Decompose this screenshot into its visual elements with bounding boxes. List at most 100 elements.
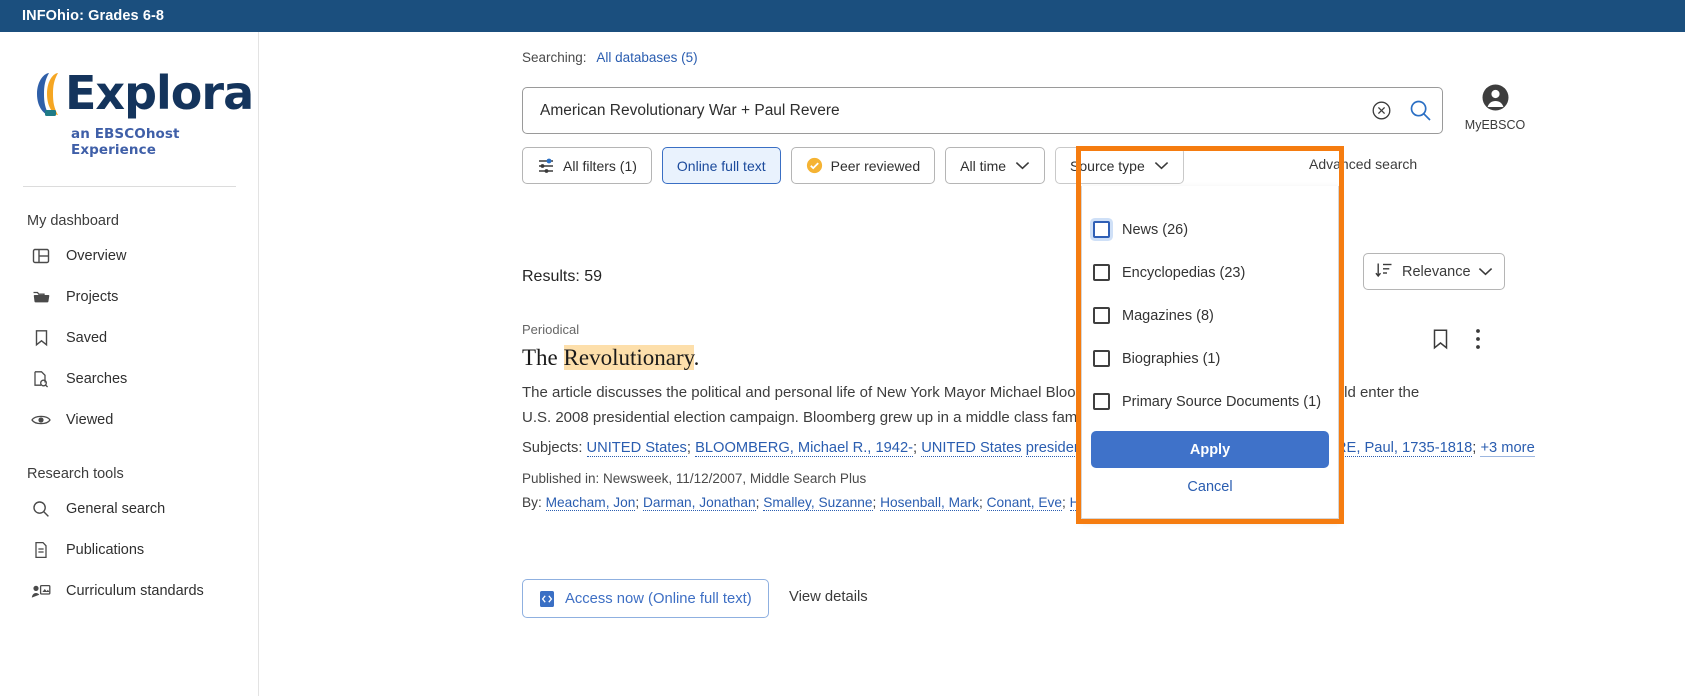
peer-reviewed-icon: [806, 157, 823, 174]
sidebar-item-label: Viewed: [66, 411, 114, 428]
search-bar[interactable]: [522, 87, 1443, 134]
online-full-text-chip[interactable]: Online full text: [661, 147, 781, 184]
source-type-option-encyclopedias[interactable]: Encyclopedias (23): [1082, 251, 1338, 294]
peer-reviewed-label: Peer reviewed: [830, 157, 921, 174]
document-icon: [30, 540, 52, 560]
sidebar-item-label: Saved: [66, 329, 108, 346]
source-type-option-label: Encyclopedias (23): [1122, 264, 1246, 281]
save-bookmark-icon[interactable]: [1431, 328, 1450, 355]
institution-title: INFOhio: Grades 6-8: [22, 8, 165, 24]
author-link[interactable]: Hosenball, Mark: [880, 495, 980, 511]
filter-icon: [537, 158, 555, 174]
folder-icon: [30, 287, 52, 307]
cancel-button[interactable]: Cancel: [1082, 478, 1338, 496]
result-title-highlight: Revolutionary: [563, 345, 694, 370]
sidebar-item-overview[interactable]: Overview: [0, 235, 258, 276]
source-type-option-magazines[interactable]: Magazines (8): [1082, 294, 1338, 337]
searching-scope: Searching: All databases (5): [522, 50, 698, 65]
search-submit-icon[interactable]: [1398, 99, 1442, 122]
bookmark-icon: [30, 328, 52, 348]
access-now-button[interactable]: Access now (Online full text): [522, 579, 769, 618]
source-type-option-primary-source-documents[interactable]: Primary Source Documents (1): [1082, 380, 1338, 423]
main-content: Searching: All databases (5) MyEBSCO: [259, 32, 1685, 696]
myebsco-button[interactable]: MyEBSCO: [1458, 84, 1532, 132]
source-type-option-label: Primary Source Documents (1): [1122, 393, 1322, 410]
sidebar-item-projects[interactable]: Projects: [0, 276, 258, 317]
curriculum-icon: [30, 581, 52, 601]
sidebar-item-viewed[interactable]: Viewed: [0, 399, 258, 440]
source-type-options: News (26) Encyclopedias (23) Magazines (…: [1082, 186, 1338, 423]
overview-icon: [30, 246, 52, 266]
checkbox-icon[interactable]: [1093, 393, 1110, 410]
access-now-label: Access now (Online full text): [565, 590, 752, 607]
sidebar-item-label: Projects: [66, 288, 119, 305]
chevron-down-icon: [1154, 161, 1169, 170]
sidebar-item-publications[interactable]: Publications: [0, 529, 258, 570]
sidebar-item-curriculum-standards[interactable]: Curriculum standards: [0, 570, 258, 611]
author-link[interactable]: Meacham, Jon: [545, 495, 636, 511]
sidebar: Explora an EBSCOhost Experience My dashb…: [0, 32, 259, 696]
subject-link[interactable]: UNITED States: [921, 440, 1022, 457]
subject-link[interactable]: UNITED States: [586, 440, 687, 457]
sidebar-item-searches[interactable]: Searches: [0, 358, 258, 399]
source-type-option-biographies[interactable]: Biographies (1): [1082, 337, 1338, 380]
chevron-down-icon: [1015, 161, 1030, 170]
sort-icon: [1375, 262, 1393, 282]
searching-label: Searching:: [522, 50, 587, 65]
checkbox-icon[interactable]: [1093, 350, 1110, 367]
sidebar-item-label: Publications: [66, 541, 145, 558]
all-time-chip[interactable]: All time: [945, 147, 1046, 184]
all-filters-button[interactable]: All filters (1): [522, 147, 652, 184]
clear-icon[interactable]: [1364, 100, 1398, 121]
source-type-option-label: Biographies (1): [1122, 350, 1221, 367]
peer-reviewed-chip[interactable]: Peer reviewed: [790, 147, 936, 184]
checkbox-icon[interactable]: [1093, 264, 1110, 281]
sidebar-heading-dashboard: My dashboard: [27, 213, 119, 229]
by-label: By:: [522, 495, 542, 510]
sidebar-heading-research-tools: Research tools: [27, 466, 124, 482]
sidebar-item-label: Curriculum standards: [66, 582, 204, 599]
subject-link[interactable]: BLOOMBERG, Michael R., 1942-: [695, 440, 914, 457]
myebsco-label: MyEBSCO: [1464, 118, 1526, 132]
full-text-icon: [539, 590, 555, 608]
explora-logo: Explora an EBSCOhost Experience: [0, 32, 258, 182]
source-type-label: Source type: [1070, 157, 1145, 174]
source-type-option-news[interactable]: News (26): [1082, 208, 1338, 251]
top-bar: INFOhio: Grades 6-8: [0, 0, 1685, 32]
apply-button[interactable]: Apply: [1091, 431, 1329, 468]
online-full-text-label: Online full text: [676, 157, 766, 174]
eye-icon: [30, 410, 52, 430]
view-details-link[interactable]: View details: [789, 589, 868, 605]
search-document-icon: [30, 369, 52, 389]
subjects-more-link[interactable]: +3 more: [1480, 440, 1535, 457]
all-filters-label: All filters (1): [563, 157, 637, 174]
sidebar-item-label: Overview: [66, 247, 127, 264]
all-time-label: All time: [960, 157, 1007, 174]
checkbox-icon[interactable]: [1093, 307, 1110, 324]
chevron-down-icon: [1478, 264, 1493, 280]
balloon-icon: [37, 73, 58, 116]
more-options-icon[interactable]: [1475, 328, 1481, 355]
source-type-dropdown-panel: News (26) Encyclopedias (23) Magazines (…: [1081, 186, 1339, 519]
result-title-prefix: The: [522, 345, 564, 370]
source-type-chip[interactable]: Source type: [1055, 147, 1184, 184]
sidebar-item-label: Searches: [66, 370, 128, 387]
account-icon: [1482, 84, 1508, 111]
results-count: Results: 59: [522, 268, 603, 285]
subjects-label: Subjects:: [522, 440, 583, 456]
author-link[interactable]: Darman, Jonathan: [642, 495, 756, 511]
sidebar-item-general-search[interactable]: General search: [0, 488, 258, 529]
all-databases-link[interactable]: All databases (5): [596, 50, 697, 65]
sidebar-item-saved[interactable]: Saved: [0, 317, 258, 358]
author-link[interactable]: Smalley, Suzanne: [763, 495, 873, 511]
advanced-search-link[interactable]: Advanced search: [1309, 156, 1417, 172]
logo-tagline: an EBSCOhost Experience: [71, 126, 180, 158]
sidebar-item-label: General search: [66, 500, 166, 517]
sort-dropdown[interactable]: Relevance: [1363, 253, 1505, 290]
author-link[interactable]: Conant, Eve: [986, 495, 1062, 511]
sort-value: Relevance: [1402, 263, 1471, 280]
search-input[interactable]: [523, 100, 1364, 121]
source-type-option-label: News (26): [1122, 221, 1189, 238]
logo-wordmark: Explora: [65, 66, 254, 120]
checkbox-icon[interactable]: [1093, 221, 1110, 238]
